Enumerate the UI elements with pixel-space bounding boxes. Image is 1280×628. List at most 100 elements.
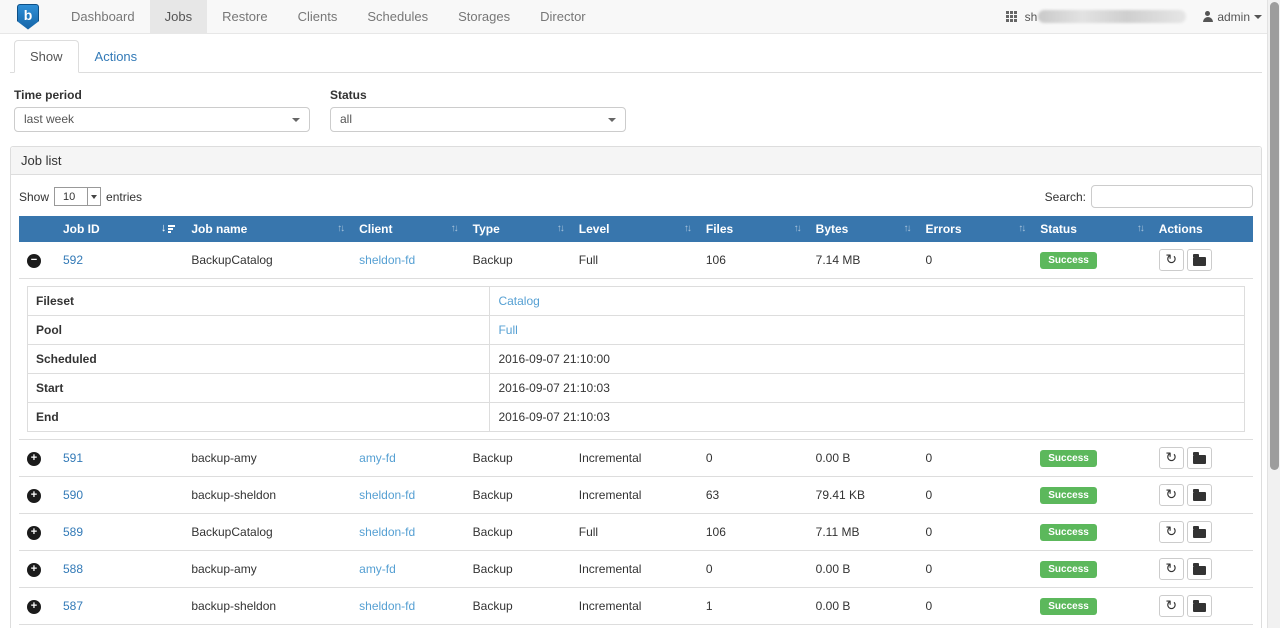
navbar-right: sh admin <box>1006 0 1262 33</box>
job-row-587: +587backup-sheldonsheldon-fdBackupIncrem… <box>19 588 1253 625</box>
page-scrollbar[interactable] <box>1267 0 1280 628</box>
detail-value-link[interactable]: Full <box>498 323 517 337</box>
job-row-589: +589BackupCatalogsheldon-fdBackupFull106… <box>19 514 1253 551</box>
sort-icon: ↑↓ <box>1137 223 1143 234</box>
search-input[interactable] <box>1091 185 1253 208</box>
page-length-control: Show 10 entries <box>19 187 142 206</box>
col-header-files[interactable]: Files↑↓ <box>698 216 808 242</box>
job-files-button[interactable] <box>1187 447 1212 469</box>
sort-icon: ↑↓ <box>451 223 457 234</box>
detail-label: Pool <box>28 316 490 345</box>
col-header-level[interactable]: Level↑↓ <box>571 216 698 242</box>
level-cell: Incremental <box>571 588 698 625</box>
job-id-link[interactable]: 591 <box>63 451 83 465</box>
client-link[interactable]: sheldon-fd <box>359 253 415 267</box>
col-header-actions[interactable]: Actions <box>1151 216 1253 242</box>
job-files-button[interactable] <box>1187 558 1212 580</box>
job-id-link[interactable]: 588 <box>63 562 83 576</box>
expand-row-icon[interactable]: + <box>27 563 41 577</box>
nav-item-storages[interactable]: Storages <box>443 0 525 33</box>
expand-row-icon[interactable]: + <box>27 489 41 503</box>
expand-row-icon[interactable]: + <box>27 526 41 540</box>
folder-icon <box>1193 257 1206 266</box>
client-link[interactable]: sheldon-fd <box>359 599 415 613</box>
folder-icon <box>1193 566 1206 575</box>
col-header-job-id[interactable]: Job ID↓ <box>55 216 183 242</box>
hostname-label: sh <box>1025 10 1187 24</box>
files-cell: 106 <box>698 625 808 628</box>
time-period-select[interactable]: last week <box>14 107 310 132</box>
rerun-job-button[interactable]: ↻ <box>1159 595 1184 617</box>
detail-label: Scheduled <box>28 345 490 374</box>
time-period-value: last week <box>24 112 74 126</box>
rerun-job-button[interactable]: ↻ <box>1159 484 1184 506</box>
job-id-link[interactable]: 587 <box>63 599 83 613</box>
job-id-link[interactable]: 589 <box>63 525 83 539</box>
sort-icon: ↑↓ <box>903 223 909 234</box>
client-link[interactable]: amy-fd <box>359 451 396 465</box>
job-detail-table: FilesetCatalogPoolFullScheduled2016-09-0… <box>27 286 1245 432</box>
col-header-errors[interactable]: Errors↑↓ <box>917 216 1032 242</box>
job-row-586: +586BackupCatalogsheldon-fdBackupFull106… <box>19 625 1253 628</box>
user-menu[interactable]: admin <box>1202 10 1262 24</box>
refresh-icon: ↻ <box>1165 450 1177 464</box>
rerun-job-button[interactable]: ↻ <box>1159 447 1184 469</box>
nav-item-restore[interactable]: Restore <box>207 0 283 33</box>
job-files-button[interactable] <box>1187 595 1212 617</box>
expand-row-icon[interactable]: + <box>27 452 41 466</box>
job-files-button[interactable] <box>1187 521 1212 543</box>
search-control: Search: <box>1045 185 1253 208</box>
tab-show[interactable]: Show <box>14 40 79 73</box>
col-header-type[interactable]: Type↑↓ <box>465 216 571 242</box>
filters: Time period last week Status all <box>10 88 1262 132</box>
client-link[interactable]: sheldon-fd <box>359 525 415 539</box>
job-name-cell: BackupCatalog <box>183 242 351 279</box>
entries-select[interactable]: 10 <box>54 187 101 206</box>
sort-icon: ↑↓ <box>1018 223 1024 234</box>
files-cell: 63 <box>698 477 808 514</box>
detail-value: 2016-09-07 21:10:03 <box>490 374 1245 403</box>
job-id-link[interactable]: 590 <box>63 488 83 502</box>
collapse-row-icon[interactable]: − <box>27 254 41 268</box>
job-row-588: +588backup-amyamy-fdBackupIncremental00.… <box>19 551 1253 588</box>
nav-item-schedules[interactable]: Schedules <box>352 0 443 33</box>
sort-icon: ↑↓ <box>337 223 343 234</box>
job-id-link[interactable]: 592 <box>63 253 83 267</box>
status-badge: Success <box>1040 252 1097 269</box>
expand-row-icon[interactable]: + <box>27 600 41 614</box>
shield-icon: b <box>17 4 39 30</box>
rerun-job-button[interactable]: ↻ <box>1159 558 1184 580</box>
detail-row: End2016-09-07 21:10:03 <box>28 403 1245 432</box>
col-header-job-name[interactable]: Job name↑↓ <box>183 216 351 242</box>
status-select[interactable]: all <box>330 107 626 132</box>
job-name-cell: backup-sheldon <box>183 477 351 514</box>
nav-item-director[interactable]: Director <box>525 0 601 33</box>
client-link[interactable]: amy-fd <box>359 562 396 576</box>
files-cell: 0 <box>698 440 808 477</box>
rerun-job-button[interactable]: ↻ <box>1159 521 1184 543</box>
rerun-job-button[interactable]: ↻ <box>1159 249 1184 271</box>
detail-row: Start2016-09-07 21:10:03 <box>28 374 1245 403</box>
col-header-bytes[interactable]: Bytes↑↓ <box>808 216 918 242</box>
folder-icon <box>1193 455 1206 464</box>
nav-item-jobs[interactable]: Jobs <box>150 0 207 33</box>
nav-item-dashboard[interactable]: Dashboard <box>56 0 150 33</box>
scrollbar-thumb[interactable] <box>1270 2 1279 470</box>
type-cell: Backup <box>465 477 571 514</box>
job-files-button[interactable] <box>1187 249 1212 271</box>
tab-actions[interactable]: Actions <box>79 40 154 73</box>
baculum-logo[interactable]: b <box>0 0 56 33</box>
status-badge: Success <box>1040 561 1097 578</box>
col-header-status[interactable]: Status↑↓ <box>1032 216 1150 242</box>
nav-item-clients[interactable]: Clients <box>283 0 353 33</box>
client-link[interactable]: sheldon-fd <box>359 488 415 502</box>
job-name-cell: backup-sheldon <box>183 588 351 625</box>
col-header-client[interactable]: Client↑↓ <box>351 216 465 242</box>
user-icon <box>1202 11 1213 22</box>
status-value: all <box>340 112 352 126</box>
detail-value-link[interactable]: Catalog <box>498 294 539 308</box>
job-files-button[interactable] <box>1187 484 1212 506</box>
errors-cell: 0 <box>917 477 1032 514</box>
apps-grid-icon[interactable] <box>1006 11 1017 22</box>
type-cell: Backup <box>465 551 571 588</box>
